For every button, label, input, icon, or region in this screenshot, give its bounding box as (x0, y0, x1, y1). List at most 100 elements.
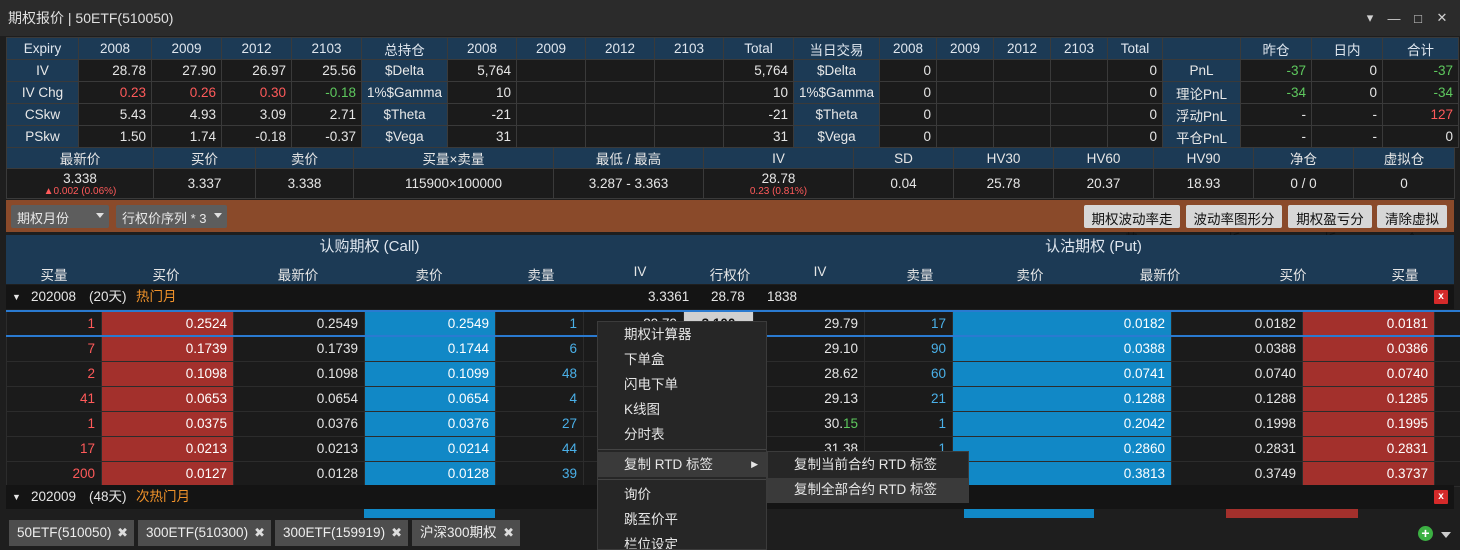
menu-item[interactable]: 闪电下单 (598, 372, 766, 397)
chain-cell-ca[interactable]: 0.2549 (364, 310, 496, 337)
close-icon[interactable]: ✕ (1430, 10, 1454, 26)
column-header[interactable]: 卖量 (880, 264, 960, 284)
chain-cell-pl[interactable]: 0.2831 (1171, 435, 1303, 462)
chain-cell-cb[interactable]: 0.0127 (101, 460, 234, 487)
maximize-icon[interactable]: □ (1406, 11, 1430, 26)
chain-cell-pb[interactable]: 0.1995 (1302, 410, 1435, 437)
chain-cell-piv[interactable]: 28.62 (753, 360, 865, 387)
chain-cell-cbq[interactable]: 7 (6, 335, 102, 362)
chevron-down-icon[interactable] (1441, 532, 1451, 538)
pnl-analysis-button[interactable]: 期权盈亏分析 (1288, 205, 1372, 247)
chain-cell-cbq[interactable]: 41 (6, 385, 102, 412)
chain-cell-ca[interactable]: 0.0654 (364, 385, 496, 412)
tab-300etf-sz[interactable]: 300ETF(159919) ✖ (275, 520, 408, 546)
chain-cell-piv[interactable]: 29.79 (753, 310, 865, 337)
chain-cell-pa[interactable]: 0.2042 (952, 410, 1172, 437)
chain-cell-caq[interactable]: 1 (495, 310, 584, 337)
chain-cell-pbq[interactable]: 3 (1434, 410, 1460, 437)
option-month-dropdown[interactable]: 期权月份 (11, 205, 109, 228)
chain-cell-cb[interactable]: 0.1098 (101, 360, 234, 387)
column-header[interactable]: 卖价 (990, 264, 1070, 284)
chain-cell-cb[interactable]: 0.0653 (101, 385, 234, 412)
menu-item[interactable]: 复制 RTD 标签 ▶ (598, 452, 766, 477)
tab-csi300-options[interactable]: 沪深300期权 ✖ (412, 520, 520, 546)
chain-cell-paq[interactable]: 1 (864, 410, 953, 437)
chain-cell-cl[interactable]: 0.2549 (233, 310, 365, 337)
copy-current-rtd-item[interactable]: 复制当前合约 RTD 标签 (768, 453, 968, 477)
menu-item[interactable]: 栏位设定 (598, 532, 766, 549)
chain-cell-pl[interactable]: 0.0388 (1171, 335, 1303, 362)
chain-cell-caq[interactable]: 48 (495, 360, 584, 387)
chain-cell-pbq[interactable]: 236 (1434, 360, 1460, 387)
column-header[interactable]: 买价 (1253, 264, 1333, 284)
chain-cell-pa[interactable]: 0.0388 (952, 335, 1172, 362)
chain-cell-ca[interactable]: 0.0214 (364, 435, 496, 462)
dropdown-menu-icon[interactable]: ▾ (1358, 10, 1382, 26)
close-icon[interactable]: ✖ (503, 520, 514, 546)
column-header[interactable]: 卖量 (501, 264, 581, 284)
chain-cell-paq[interactable]: 21 (864, 385, 953, 412)
chain-cell-cl[interactable]: 0.1739 (233, 335, 365, 362)
chain-cell-cbq[interactable]: 17 (6, 435, 102, 462)
chain-cell-cbq[interactable]: 200 (6, 460, 102, 487)
chain-cell-caq[interactable]: 4 (495, 385, 584, 412)
chain-cell-cb[interactable]: 0.2524 (101, 310, 234, 337)
chain-cell-pbq[interactable]: 5 (1434, 385, 1460, 412)
menu-item[interactable]: K线图 (598, 397, 766, 422)
chain-cell-pa[interactable]: 0.0741 (952, 360, 1172, 387)
chain-cell-paq[interactable]: 90 (864, 335, 953, 362)
chain-cell-cl[interactable]: 0.1098 (233, 360, 365, 387)
chain-cell-pa[interactable]: 0.3813 (952, 460, 1172, 487)
chain-cell-pa[interactable]: 0.0182 (952, 310, 1172, 337)
chain-cell-pb[interactable]: 0.3737 (1302, 460, 1435, 487)
chain-cell-paq[interactable]: 17 (864, 310, 953, 337)
chain-cell-pb[interactable]: 0.0740 (1302, 360, 1435, 387)
chain-cell-pl[interactable]: 0.3749 (1171, 460, 1303, 487)
column-header[interactable]: 卖价 (389, 264, 469, 284)
menu-item[interactable]: 下单盒 (598, 347, 766, 372)
chain-cell-ca[interactable]: 0.1744 (364, 335, 496, 362)
chain-cell-ca[interactable]: 0.0128 (364, 460, 496, 487)
chain-cell-cl[interactable]: 0.0376 (233, 410, 365, 437)
column-header[interactable]: 买量 (1365, 264, 1445, 284)
chain-cell-pl[interactable]: 0.1998 (1171, 410, 1303, 437)
chain-cell-caq[interactable]: 6 (495, 335, 584, 362)
expiry-row-202008[interactable]: ▼ 202008 (20天) 热门月 3.3361 28.78 1838 x (6, 285, 1454, 309)
chain-cell-ca[interactable]: 0.0376 (364, 410, 496, 437)
column-header[interactable]: 买价 (126, 264, 206, 284)
chain-cell-cb[interactable]: 0.1739 (101, 335, 234, 362)
tab-300etf-sh[interactable]: 300ETF(510300) ✖ (138, 520, 271, 546)
chain-cell-cb[interactable]: 0.0213 (101, 435, 234, 462)
tab-50etf[interactable]: 50ETF(510050) ✖ (9, 520, 134, 546)
chain-cell-pb[interactable]: 0.0386 (1302, 335, 1435, 362)
chain-cell-cbq[interactable]: 1 (6, 310, 102, 337)
chain-cell-paq[interactable]: 60 (864, 360, 953, 387)
chain-cell-cl[interactable]: 0.0654 (233, 385, 365, 412)
chain-cell-pbq[interactable]: 3 (1434, 460, 1460, 487)
collapse-icon[interactable]: ▼ (12, 485, 21, 509)
chain-cell-pa[interactable]: 0.1288 (952, 385, 1172, 412)
chain-cell-pl[interactable]: 0.0182 (1171, 310, 1303, 337)
chain-cell-caq[interactable]: 44 (495, 435, 584, 462)
chain-cell-piv[interactable]: 29.13 (753, 385, 865, 412)
chain-cell-pb[interactable]: 0.2831 (1302, 435, 1435, 462)
column-header[interactable]: 最新价 (258, 264, 338, 284)
menu-item[interactable]: 分时表 (598, 422, 766, 447)
chain-cell-piv[interactable]: 29.10 (753, 335, 865, 362)
chain-cell-cbq[interactable]: 1 (6, 410, 102, 437)
chain-cell-pbq[interactable]: 1 (1434, 435, 1460, 462)
close-icon[interactable]: ✖ (391, 520, 402, 546)
chain-cell-pl[interactable]: 0.0740 (1171, 360, 1303, 387)
chain-cell-pa[interactable]: 0.2860 (952, 435, 1172, 462)
column-header[interactable]: IV (780, 264, 860, 279)
chain-cell-cl[interactable]: 0.0213 (233, 435, 365, 462)
copy-all-rtd-item[interactable]: 复制全部合约 RTD 标签 (768, 478, 968, 502)
column-header[interactable]: 最新价 (1120, 264, 1200, 284)
chain-cell-caq[interactable]: 27 (495, 410, 584, 437)
chain-cell-caq[interactable]: 39 (495, 460, 584, 487)
menu-item[interactable]: 期权计算器 (598, 322, 766, 347)
minimize-icon[interactable]: — (1382, 11, 1406, 26)
volatility-graph-button[interactable]: 波动率图形分析 (1186, 205, 1282, 247)
column-header[interactable]: 买量 (14, 264, 94, 284)
column-header[interactable]: IV (600, 264, 680, 279)
